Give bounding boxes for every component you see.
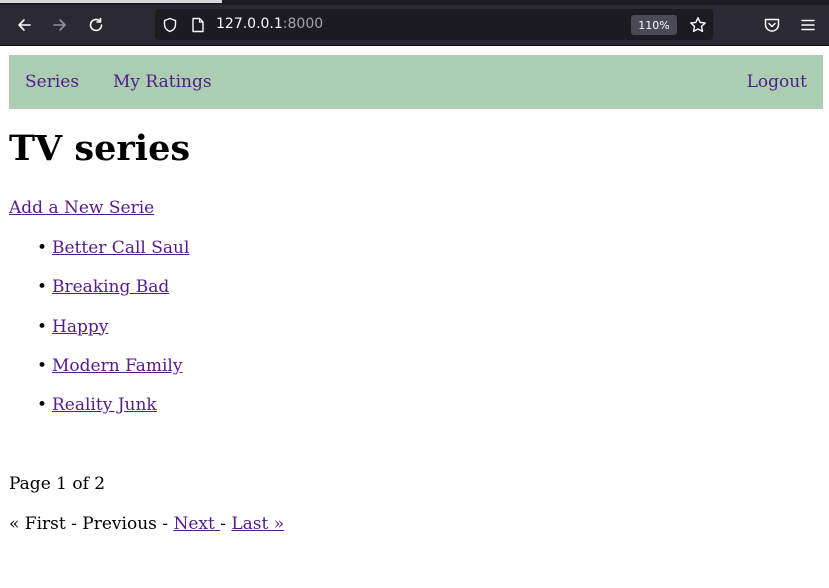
pager-separator: -	[156, 514, 174, 534]
pager-first: « First	[9, 514, 66, 534]
series-link[interactable]: Breaking Bad	[52, 277, 169, 297]
page-icon	[189, 16, 207, 34]
pocket-icon[interactable]	[758, 11, 786, 39]
list-bullet: •	[37, 395, 48, 416]
pager-separator: -	[65, 514, 83, 534]
page-info: Page 1 of 2	[9, 474, 106, 494]
list-bullet: •	[37, 277, 48, 298]
browser-toolbar: 127.0.0.1:8000 110%	[0, 5, 829, 46]
pager-previous: Previous	[82, 514, 157, 534]
url-text[interactable]: 127.0.0.1:8000	[216, 16, 323, 32]
page-title: TV series	[9, 128, 191, 169]
url-host: 127.0.0.1	[216, 16, 283, 32]
pager-separator: -	[220, 514, 232, 534]
add-new-serie-link[interactable]: Add a New Serie	[9, 198, 154, 218]
nav-logout-link[interactable]: Logout	[747, 72, 807, 92]
pager-last-link[interactable]: Last »	[231, 514, 284, 534]
forward-arrow-icon[interactable]	[46, 11, 74, 39]
zoom-level-badge[interactable]: 110%	[631, 15, 677, 35]
series-link[interactable]: Happy	[52, 317, 108, 337]
hamburger-menu-icon[interactable]	[794, 11, 822, 39]
pager-next-link[interactable]: Next	[173, 514, 220, 534]
series-link[interactable]: Reality Junk	[52, 395, 157, 415]
star-icon[interactable]	[689, 16, 707, 34]
reload-icon[interactable]	[82, 11, 110, 39]
list-bullet: •	[37, 238, 48, 258]
site-navbar: Series My Ratings Logout	[9, 55, 823, 109]
list-bullet: •	[37, 355, 48, 376]
url-port: :8000	[282, 16, 324, 32]
shield-icon[interactable]	[161, 16, 179, 34]
address-bar[interactable]: 127.0.0.1:8000 110%	[155, 9, 713, 40]
nav-series-link[interactable]: Series	[25, 72, 79, 92]
series-link[interactable]: Better Call Saul	[52, 238, 189, 258]
pagination: « First - Previous - Next - Last »	[9, 514, 284, 534]
nav-my-ratings-link[interactable]: My Ratings	[113, 72, 212, 92]
active-tab[interactable]	[0, 0, 222, 3]
list-bullet: •	[37, 316, 48, 337]
series-link[interactable]: Modern Family	[52, 356, 182, 376]
back-arrow-icon[interactable]	[10, 11, 38, 39]
